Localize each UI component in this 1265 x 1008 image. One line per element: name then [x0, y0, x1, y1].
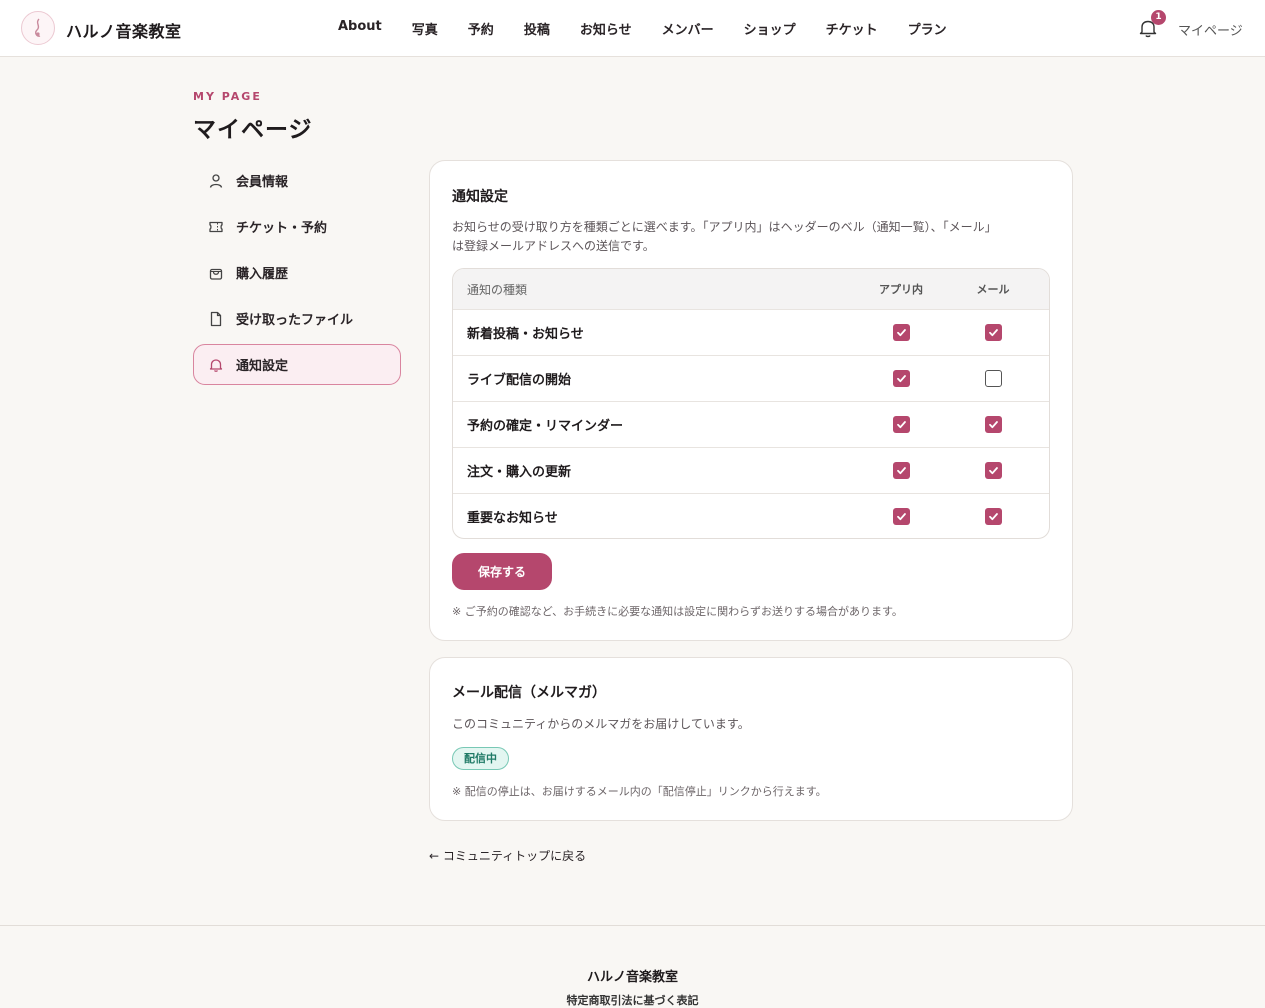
notification-row: 新着投稿・お知らせ: [453, 309, 1049, 355]
nav-posts[interactable]: 投稿: [524, 19, 550, 38]
save-button[interactable]: 保存する: [452, 553, 552, 590]
app-cell: [853, 462, 949, 479]
notification-row: ライブ配信の開始: [453, 355, 1049, 401]
notification-type-label: 注文・購入の更新: [467, 465, 572, 480]
newsletter-description: このコミュニティからのメルマガをお届けしています。: [452, 717, 750, 731]
mail-notification-checkbox[interactable]: [984, 416, 1002, 433]
column-header-mail: メール: [976, 283, 1010, 296]
mail-notification-checkbox[interactable]: [984, 508, 1002, 525]
notification-row: 予約の確定・リマインダー: [453, 401, 1049, 447]
page-title: マイページ: [193, 117, 313, 143]
notification-type-label: 新着投稿・お知らせ: [467, 327, 584, 342]
mail-cell: [949, 370, 1037, 387]
sidebar-item-label: 受け取ったファイル: [236, 313, 354, 328]
page-eyebrow: MY PAGE: [193, 90, 262, 103]
app-notification-checkbox[interactable]: [892, 416, 910, 433]
notification-note: ※ ご予約の確認など、お手続きに必要な通知は設定に関わらずお送りする場合がありま…: [452, 605, 903, 618]
newsletter-status-badge: 配信中: [452, 747, 509, 770]
mail-notification-checkbox[interactable]: [984, 324, 1002, 341]
app-notification-checkbox[interactable]: [892, 462, 910, 479]
mypage-sidebar: 会員情報 チケット・予約 購入履歴 受け取ったファイル 通知設定: [193, 160, 401, 390]
main-nav: About 写真 予約 投稿 お知らせ メンバー ショップ チケット プラン: [338, 19, 977, 38]
notification-row: 重要なお知らせ: [453, 493, 1049, 538]
bell-icon: [209, 358, 223, 372]
mail-cell: [949, 324, 1037, 341]
newsletter-title: メール配信（メルマガ）: [452, 685, 606, 701]
app-notification-checkbox[interactable]: [892, 508, 910, 525]
notification-settings-title: 通知設定: [452, 189, 508, 205]
footer-legal-link[interactable]: 特定商取引法に基づく表記: [0, 992, 1265, 1008]
nav-plans[interactable]: プラン: [908, 19, 947, 38]
sidebar-item-label: 購入履歴: [236, 267, 289, 282]
notification-count-badge: 1: [1151, 10, 1166, 25]
site-footer: ハルノ音楽教室 特定商取引法に基づく表記: [0, 925, 1265, 1007]
mail-cell: [949, 462, 1037, 479]
nav-photos[interactable]: 写真: [412, 19, 438, 38]
app-notification-checkbox[interactable]: [892, 370, 910, 387]
app-cell: [853, 416, 949, 433]
site-name[interactable]: ハルノ音楽教室: [66, 18, 182, 42]
app-cell: [853, 508, 949, 525]
mail-notification-checkbox[interactable]: [984, 462, 1002, 479]
mail-notification-checkbox[interactable]: [984, 370, 1002, 387]
notification-type-label: 予約の確定・リマインダー: [467, 419, 624, 434]
app-notification-checkbox[interactable]: [892, 324, 910, 341]
footer-site-name: ハルノ音楽教室: [586, 970, 678, 985]
nav-about[interactable]: About: [338, 19, 382, 38]
column-header-type: 通知の種類: [467, 282, 528, 297]
site-header: ハルノ音楽教室 About 写真 予約 投稿 お知らせ メンバー ショップ チケ…: [0, 0, 1265, 57]
mail-cell: [949, 416, 1037, 433]
mypage-link[interactable]: マイページ: [1178, 20, 1243, 39]
sidebar-item-purchases[interactable]: 購入履歴: [193, 252, 401, 293]
notification-type-label: 重要なお知らせ: [467, 511, 558, 526]
app-cell: [853, 370, 949, 387]
description-line: は登録メールアドレスへの送信です。: [452, 239, 655, 253]
sidebar-item-label: 会員情報: [236, 175, 289, 190]
bag-icon: [209, 268, 223, 280]
notification-type-label: ライブ配信の開始: [467, 373, 572, 388]
newsletter-note: ※ 配信の停止は、お届けするメール内の「配信停止」リンクから行えます。: [452, 785, 827, 798]
notification-settings-card: 通知設定 お知らせの受け取り方を種類ごとに選べます。「アプリ内」はヘッダーのベル…: [429, 160, 1073, 641]
app-cell: [853, 324, 949, 341]
description-line: お知らせの受け取り方を種類ごとに選べます。「アプリ内」はヘッダーのベル（通知一覧…: [452, 220, 997, 234]
nav-news[interactable]: お知らせ: [580, 19, 632, 38]
mail-cell: [949, 508, 1037, 525]
notification-row: 注文・購入の更新: [453, 447, 1049, 493]
sidebar-item-member-info[interactable]: 会員情報: [193, 160, 401, 201]
newsletter-card: メール配信（メルマガ） このコミュニティからのメルマガをお届けしています。 配信…: [429, 657, 1073, 821]
sidebar-item-label: 通知設定: [236, 359, 289, 374]
nav-members[interactable]: メンバー: [662, 19, 714, 38]
sidebar-item-label: チケット・予約: [236, 221, 328, 236]
nav-booking[interactable]: 予約: [468, 19, 494, 38]
notification-settings-description: お知らせの受け取り方を種類ごとに選べます。「アプリ内」はヘッダーのベル（通知一覧…: [452, 218, 1052, 256]
column-header-app: アプリ内: [879, 283, 923, 296]
sidebar-item-files[interactable]: 受け取ったファイル: [193, 298, 401, 339]
ticket-icon: [209, 221, 223, 232]
sidebar-item-notifications[interactable]: 通知設定: [193, 344, 401, 385]
notification-table-header: 通知の種類 アプリ内 メール: [453, 269, 1049, 309]
nav-shop[interactable]: ショップ: [744, 19, 796, 38]
back-to-top-link[interactable]: ← コミュニティトップに戻る: [429, 847, 586, 864]
notification-table: 通知の種類 アプリ内 メール 新着投稿・お知らせ ライブ配信の開始予約の確定・リマ…: [452, 268, 1050, 539]
sidebar-item-tickets[interactable]: チケット・予約: [193, 206, 401, 247]
file-icon: [210, 311, 222, 326]
nav-tickets[interactable]: チケット: [826, 19, 878, 38]
logo-icon[interactable]: [21, 11, 55, 45]
user-icon: [209, 173, 223, 188]
